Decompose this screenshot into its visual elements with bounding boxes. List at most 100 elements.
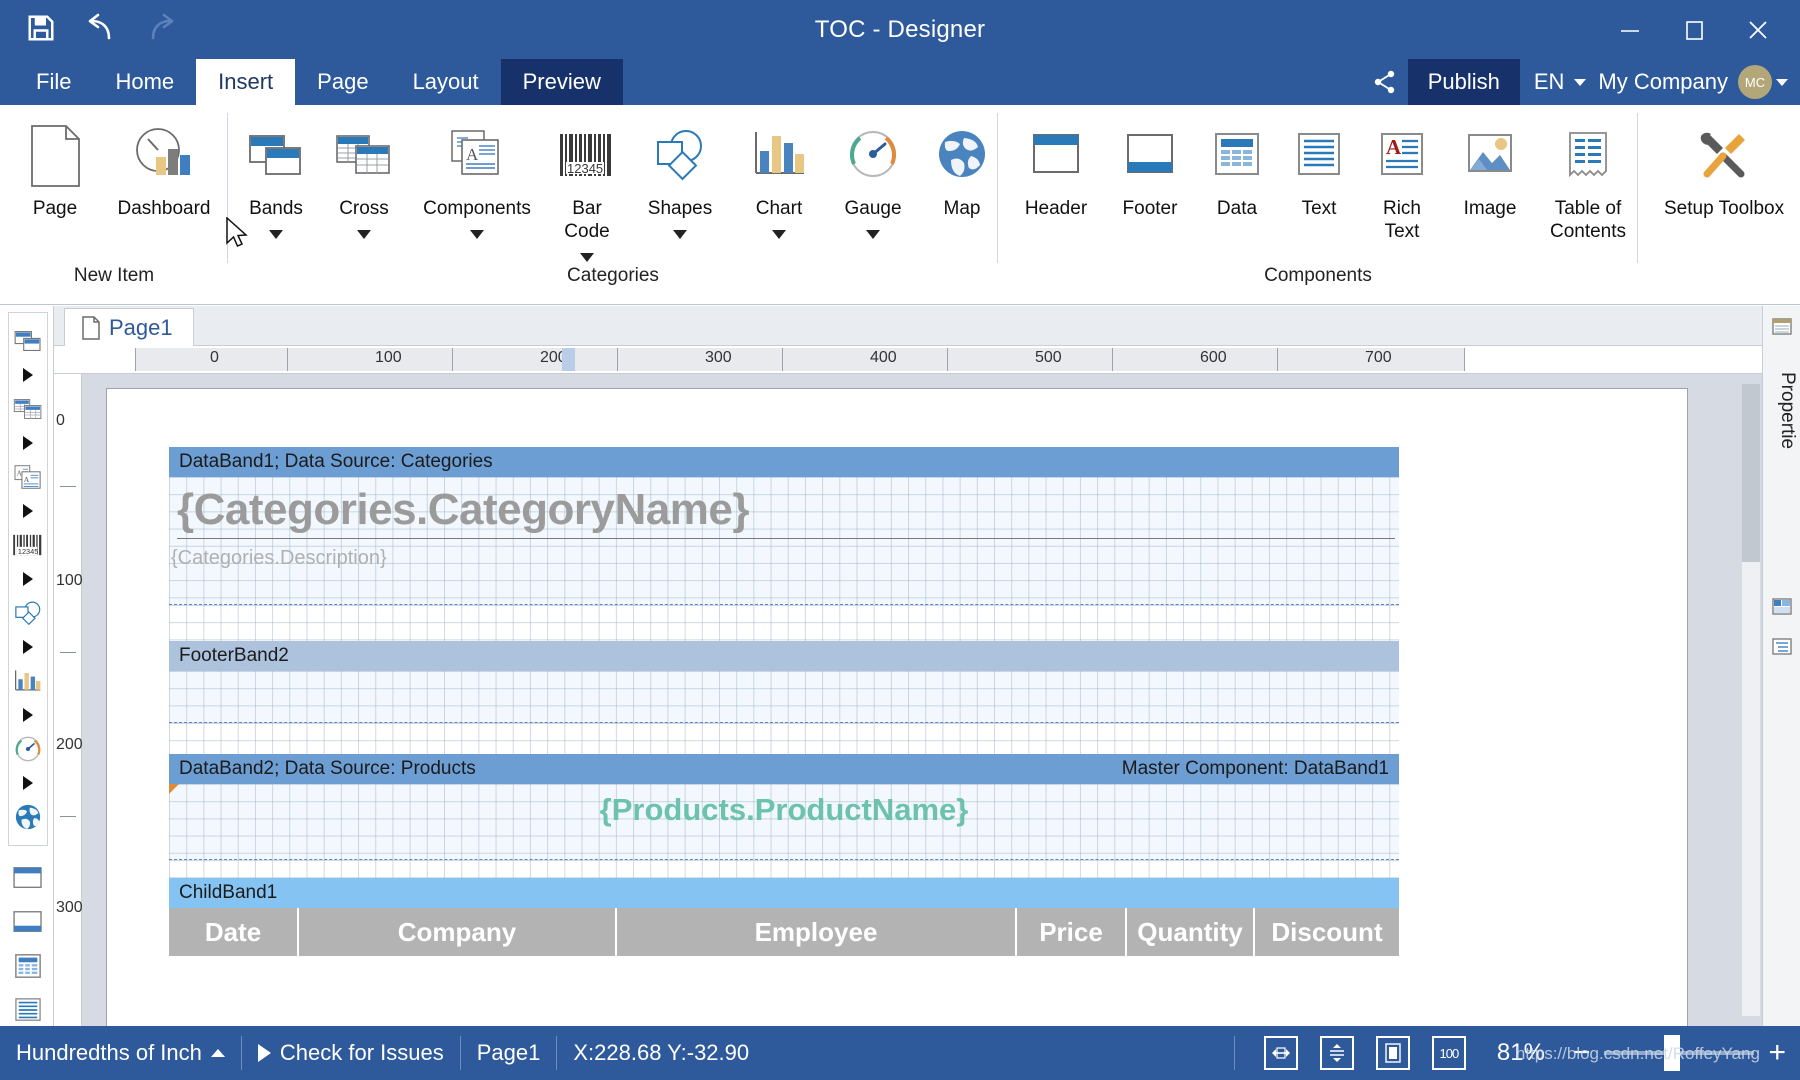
gauge-chevron-down-icon[interactable] [866, 230, 880, 239]
ribbon-item-shapes[interactable]: Shapes [628, 117, 732, 239]
table-header-company[interactable]: Company [299, 908, 617, 956]
zoom-in-button[interactable]: + [1760, 1036, 1800, 1070]
barcode-chevron-down-icon[interactable] [580, 253, 594, 262]
toolbox-components-expand-icon[interactable] [9, 499, 47, 523]
toolbox-item-shapes[interactable] [9, 591, 47, 635]
tab-insert[interactable]: Insert [196, 59, 296, 105]
ribbon-item-components[interactable]: A Components [408, 117, 546, 239]
toolbox-item-footer[interactable] [8, 900, 48, 944]
tab-home[interactable]: Home [93, 59, 196, 105]
units-chevron-up-icon[interactable] [210, 1049, 225, 1057]
ribbon-item-dashboard[interactable]: Dashboard [104, 117, 224, 220]
status-check-issues[interactable]: Check for Issues [242, 1040, 460, 1066]
page-tab-page1[interactable]: Page1 [64, 308, 194, 346]
tab-page[interactable]: Page [295, 59, 390, 105]
report-page[interactable]: DataBand1; Data Source: Categories {Cate… [106, 388, 1688, 1026]
maximize-icon[interactable] [1662, 4, 1726, 56]
toolbox-item-cross[interactable] [9, 387, 47, 431]
field-product-name[interactable]: {Products.ProductName} [169, 792, 1399, 828]
ribbon-item-chart[interactable]: Chart [732, 117, 826, 239]
tab-layout[interactable]: Layout [391, 59, 501, 105]
table-header-employee[interactable]: Employee [617, 908, 1017, 956]
ribbon-item-page[interactable]: Page [6, 117, 104, 220]
vertical-ruler[interactable]: 0 100 200 300 [54, 374, 83, 1026]
toolbox-item-components[interactable]: AA [9, 455, 47, 499]
ribbon-item-table-of-contents[interactable]: Table of Contents [1536, 117, 1640, 243]
band-header-footerband2[interactable]: FooterBand2 [169, 641, 1399, 671]
fit-page-icon[interactable] [1375, 1036, 1410, 1070]
ribbon-item-chart-label: Chart [755, 198, 803, 219]
toolbox-item-gauge[interactable] [9, 727, 47, 771]
field-category-description[interactable]: {Categories.Description} [171, 543, 1395, 573]
fit-height-icon[interactable] [1319, 1036, 1354, 1070]
table-header-quantity[interactable]: Quantity [1127, 908, 1255, 956]
ribbon-item-image[interactable]: Image [1444, 117, 1536, 220]
chevron-down-icon[interactable] [1574, 78, 1587, 86]
toolbox-gauge-expand-icon[interactable] [9, 771, 47, 795]
fit-width-icon[interactable] [1263, 1036, 1298, 1070]
toolbox-item-bands[interactable] [9, 319, 47, 363]
status-page[interactable]: Page1 [461, 1040, 557, 1066]
ribbon-item-gauge[interactable]: Gauge [826, 117, 920, 239]
ribbon-item-data[interactable]: Data [1196, 117, 1278, 220]
design-canvas[interactable]: DataBand1; Data Source: Categories {Cate… [82, 374, 1762, 1026]
horizontal-ruler[interactable]: 0 100 200 300 400 500 600 700 [54, 346, 1762, 374]
tab-file[interactable]: File [14, 59, 93, 105]
toolbox-cross-expand-icon[interactable] [9, 431, 47, 455]
scrollbar-thumb[interactable] [1742, 384, 1760, 562]
band-body-footerband2[interactable] [169, 671, 1399, 723]
chart-chevron-down-icon[interactable] [772, 230, 786, 239]
toolbox-chart-expand-icon[interactable] [9, 703, 47, 727]
toolbox-bands-expand-icon[interactable] [9, 363, 47, 387]
band-header-databand2[interactable]: DataBand2; Data Source: Products Master … [169, 754, 1399, 784]
table-header-date[interactable]: Date [169, 908, 299, 956]
shapes-chevron-down-icon[interactable] [673, 230, 687, 239]
bands-chevron-down-icon[interactable] [269, 230, 283, 239]
zoom-out-button[interactable]: − [1565, 1036, 1599, 1070]
toolbox-shapes-expand-icon[interactable] [9, 635, 47, 659]
ribbon-item-richtext[interactable]: A Rich Text [1360, 117, 1444, 243]
ribbon-item-text[interactable]: Text [1278, 117, 1360, 220]
table-header-discount[interactable]: Discount [1255, 908, 1399, 956]
table-header-price[interactable]: Price [1017, 908, 1127, 956]
table-header-row: Date Company Employee Price Quantity Dis… [169, 908, 1399, 956]
ribbon-item-footer[interactable]: Footer [1104, 117, 1196, 220]
account-chevron-down-icon[interactable] [1776, 78, 1788, 86]
report-tree-icon[interactable] [1767, 632, 1797, 662]
minimize-icon[interactable] [1598, 4, 1662, 56]
ribbon-item-cross[interactable]: Cross [320, 117, 408, 239]
ruler-position-marker [562, 348, 575, 371]
toolbox-item-barcode[interactable]: 12345 [9, 523, 47, 567]
ribbon-item-map[interactable]: Map [920, 117, 1004, 220]
canvas-vertical-scrollbar[interactable] [1742, 384, 1760, 1016]
tab-preview[interactable]: Preview [500, 59, 623, 105]
share-icon[interactable] [1362, 59, 1408, 105]
components-chevron-down-icon[interactable] [470, 230, 484, 239]
publish-button[interactable]: Publish [1407, 59, 1520, 105]
avatar[interactable]: MC [1738, 65, 1772, 99]
band-body-databand2[interactable]: {Products.ProductName} [169, 784, 1399, 860]
band-header-databand1[interactable]: DataBand1; Data Source: Categories [169, 447, 1399, 477]
ribbon-item-header[interactable]: Header [1008, 117, 1104, 220]
properties-icon[interactable] [1767, 312, 1797, 342]
zoom-100-icon[interactable]: 100 [1431, 1036, 1466, 1070]
field-category-name[interactable]: {Categories.CategoryName} [177, 483, 1395, 539]
ribbon-item-barcode[interactable]: 12345 Bar Code [546, 117, 628, 262]
cross-chevron-down-icon[interactable] [357, 230, 371, 239]
status-units[interactable]: Hundredths of Inch [0, 1040, 241, 1066]
toolbox-item-header[interactable] [8, 856, 48, 900]
toolbox-item-chart[interactable] [9, 659, 47, 703]
dictionary-icon[interactable] [1767, 592, 1797, 622]
zoom-slider[interactable] [1604, 1035, 1755, 1071]
band-body-databand1[interactable]: {Categories.CategoryName} {Categories.De… [169, 477, 1399, 605]
language-selector[interactable]: EN [1520, 69, 1571, 95]
company-label[interactable]: My Company [1586, 69, 1738, 95]
toolbox-item-map[interactable] [9, 795, 47, 839]
zoom-slider-thumb[interactable] [1664, 1035, 1681, 1071]
toolbox-item-data[interactable] [8, 944, 48, 988]
toolbox-barcode-expand-icon[interactable] [9, 567, 47, 591]
properties-tab-label[interactable]: Propertie [1766, 372, 1798, 572]
ribbon-item-setup-toolbox[interactable]: Setup Toolbox [1656, 117, 1792, 220]
close-icon[interactable] [1726, 4, 1790, 56]
band-header-childband1[interactable]: ChildBand1 [169, 878, 1399, 908]
